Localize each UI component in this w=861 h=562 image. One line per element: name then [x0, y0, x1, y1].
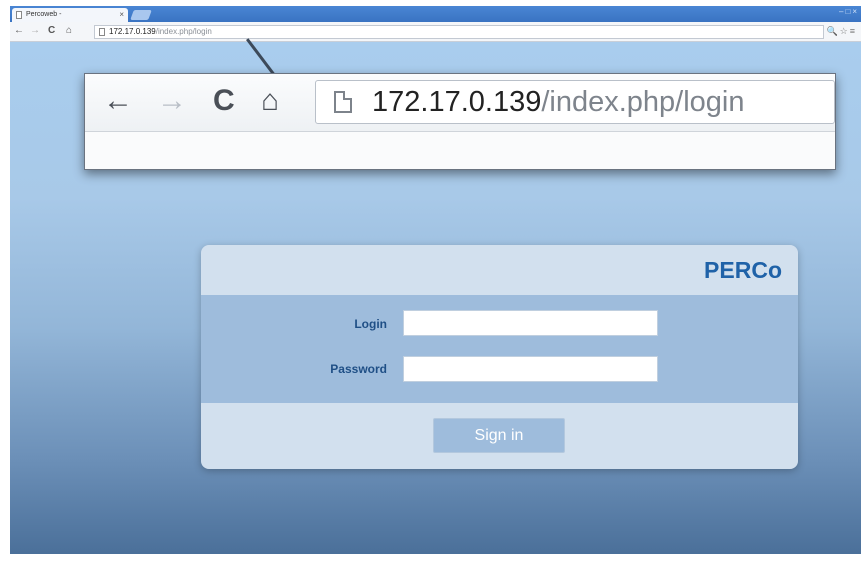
forward-icon: → — [157, 84, 187, 117]
browser-tab[interactable]: Percoweb - × — [12, 8, 128, 22]
back-icon[interactable]: ← — [14, 25, 24, 36]
close-tab-icon[interactable]: × — [119, 10, 124, 19]
tab-title: Percoweb - — [26, 11, 62, 18]
address-bar-callout: ← → C ⌂ 172.17.0.139/index.php/login — [84, 73, 836, 170]
perco-logo: PERCo — [704, 257, 782, 283]
url-path: /index.php/login — [541, 86, 745, 118]
browser-toolbar: ← → C ⌂ 172.17.0.139/index.php/login 🔍☆≡ — [10, 22, 861, 42]
callout-toolbar: ← → C ⌂ 172.17.0.139/index.php/login — [85, 74, 835, 132]
forward-icon[interactable]: → — [30, 25, 40, 36]
home-icon: ⌂ — [261, 84, 280, 117]
login-label: Login — [354, 317, 387, 331]
back-icon: ← — [103, 84, 133, 117]
login-input[interactable] — [403, 310, 658, 336]
sign-in-button[interactable]: Sign in — [433, 418, 565, 453]
address-bar[interactable]: 172.17.0.139/index.php/login — [94, 25, 824, 39]
new-tab-button[interactable] — [130, 10, 152, 20]
page-icon — [334, 91, 352, 113]
browser-tabstrip: Percoweb - × –□× — [10, 6, 861, 22]
page-icon — [99, 28, 105, 36]
toolbar-right-icons[interactable]: 🔍☆≡ — [826, 26, 857, 37]
login-footer: Sign in — [201, 403, 798, 469]
login-form: Login Password — [201, 295, 798, 403]
callout-address-bar: 172.17.0.139/index.php/login — [315, 80, 835, 124]
reload-icon[interactable]: C — [48, 25, 55, 36]
reload-icon: C — [213, 84, 235, 117]
login-header: PERCo — [201, 245, 798, 295]
home-icon[interactable]: ⌂ — [66, 25, 72, 36]
page-icon — [16, 11, 22, 19]
login-panel: PERCo Login Password Sign in — [201, 245, 798, 469]
password-label: Password — [330, 362, 387, 376]
password-input[interactable] — [403, 356, 658, 382]
url-host: 172.17.0.139 — [109, 27, 156, 36]
url-path: /index.php/login — [155, 27, 212, 36]
url-host: 172.17.0.139 — [372, 86, 542, 118]
window-controls[interactable]: –□× — [839, 7, 859, 16]
